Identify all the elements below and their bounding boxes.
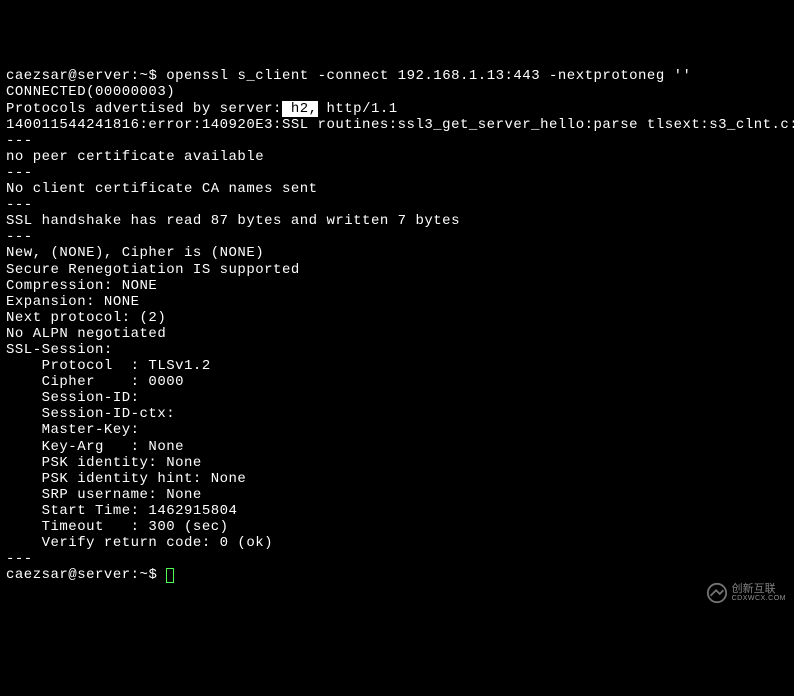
watermark-text-cn: 创新互联: [732, 584, 786, 595]
protocols-prefix: Protocols advertised by server:: [6, 101, 282, 117]
session-id: Session-ID:: [6, 390, 140, 406]
error-line: 140011544241816:error:140920E3:SSL routi…: [6, 117, 794, 133]
ssl-session-header: SSL-Session:: [6, 342, 113, 358]
no-alpn-line: No ALPN negotiated: [6, 326, 166, 342]
prompt-user-host: caezsar@server: [6, 68, 131, 84]
separator: ---: [6, 165, 33, 181]
prompt-sep: :: [131, 567, 140, 583]
session-key-arg: Key-Arg : None: [6, 439, 184, 455]
session-start-time: Start Time: 1462915804: [6, 503, 237, 519]
secure-reneg-line: Secure Renegotiation IS supported: [6, 262, 300, 278]
session-cipher: Cipher : 0000: [6, 374, 184, 390]
handshake-line: SSL handshake has read 87 bytes and writ…: [6, 213, 460, 229]
session-timeout: Timeout : 300 (sec): [6, 519, 229, 535]
expansion-line: Expansion: NONE: [6, 294, 140, 310]
new-cipher-line: New, (NONE), Cipher is (NONE): [6, 245, 264, 261]
protocols-rest: http/1.1: [318, 101, 398, 117]
session-verify: Verify return code: 0 (ok): [6, 535, 273, 551]
session-psk-identity: PSK identity: None: [6, 455, 202, 471]
session-id-ctx: Session-ID-ctx:: [6, 406, 175, 422]
terminal-output[interactable]: caezsar@server:~$ openssl s_client -conn…: [6, 68, 788, 583]
prompt-symbol: $: [148, 68, 166, 84]
connected-line: CONNECTED(00000003): [6, 84, 175, 100]
no-peer-cert-line: no peer certificate available: [6, 149, 264, 165]
watermark: 创新互联 CDXWCX.COM: [706, 582, 786, 604]
protocols-h2-highlight: h2,: [282, 101, 318, 117]
prompt-symbol: $: [148, 567, 166, 583]
cursor-icon[interactable]: [166, 568, 174, 583]
next-protocol-line: Next protocol: (2): [6, 310, 166, 326]
separator: ---: [6, 551, 33, 567]
command-text: openssl s_client -connect 192.168.1.13:4…: [166, 68, 691, 84]
prompt-user-host: caezsar@server: [6, 567, 131, 583]
session-psk-hint: PSK identity hint: None: [6, 471, 246, 487]
prompt-sep: :: [131, 68, 140, 84]
session-master-key: Master-Key:: [6, 422, 140, 438]
separator: ---: [6, 197, 33, 213]
session-protocol: Protocol : TLSv1.2: [6, 358, 211, 374]
separator: ---: [6, 133, 33, 149]
watermark-text-en: CDXWCX.COM: [732, 595, 786, 602]
watermark-logo-icon: [706, 582, 728, 604]
separator: ---: [6, 229, 33, 245]
no-client-ca-line: No client certificate CA names sent: [6, 181, 318, 197]
compression-line: Compression: NONE: [6, 278, 157, 294]
session-srp-user: SRP username: None: [6, 487, 202, 503]
